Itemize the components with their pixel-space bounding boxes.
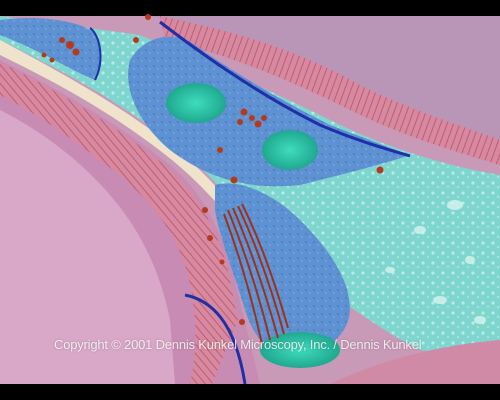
micrograph-viewer: Copyright © 2001 Dennis Kunkel Microscop… — [0, 0, 500, 400]
copyright-caption: Copyright © 2001 Dennis Kunkel Microscop… — [54, 337, 422, 352]
nucleus-left — [166, 83, 226, 123]
nucleus-right — [262, 130, 318, 170]
